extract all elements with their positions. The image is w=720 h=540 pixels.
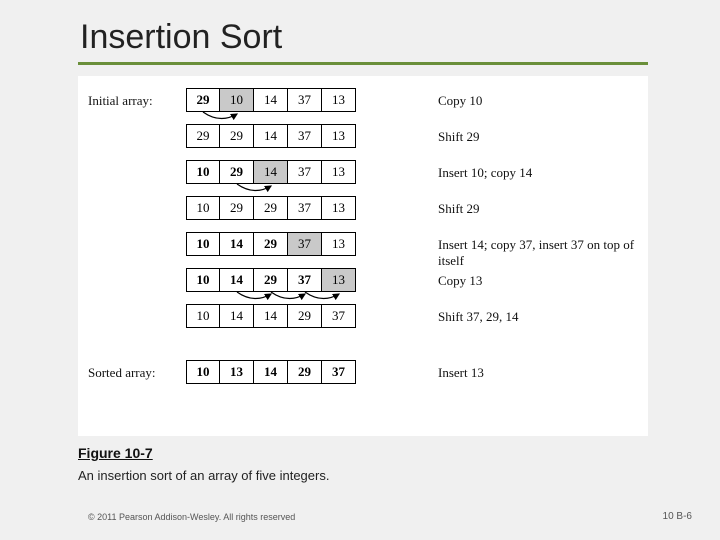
step-note: Shift 29: [438, 129, 480, 145]
array-cell: 13: [220, 360, 254, 384]
array-cell: 37: [288, 196, 322, 220]
array-cell: 13: [322, 232, 356, 256]
step-note: Shift 29: [438, 201, 480, 217]
array-cell: 29: [186, 124, 220, 148]
array-cell: 37: [288, 268, 322, 292]
array-cell: 10: [186, 268, 220, 292]
array-cell: 29: [288, 360, 322, 384]
array-cell: 14: [254, 124, 288, 148]
figure-label: Figure 10-7: [78, 445, 153, 461]
array-row: 2929143713: [186, 124, 356, 148]
array-cell: 37: [288, 88, 322, 112]
step-note: Insert 14; copy 37, insert 37 on top of …: [438, 237, 648, 269]
array-cell: 29: [186, 88, 220, 112]
array-cell: 10: [186, 160, 220, 184]
array-row: 1029143713: [186, 160, 356, 184]
array-row: 1014142937: [186, 304, 356, 328]
array-cell: 37: [322, 360, 356, 384]
array-cell: 37: [288, 160, 322, 184]
array-row: 2910143713: [186, 88, 356, 112]
title-underline: [78, 62, 648, 65]
array-cell: 13: [322, 268, 356, 292]
array-cell: 10: [186, 232, 220, 256]
array-cell: 13: [322, 88, 356, 112]
array-cell: 14: [220, 232, 254, 256]
array-cell: 14: [220, 304, 254, 328]
step-note: Insert 10; copy 14: [438, 165, 532, 181]
figure-area: Initial array: Sorted array: 2910143713C…: [78, 76, 648, 436]
array-cell: 10: [186, 360, 220, 384]
array-cell: 37: [288, 124, 322, 148]
array-row: 1014293713: [186, 232, 356, 256]
array-cell: 13: [322, 124, 356, 148]
page-number: 10 B-6: [663, 511, 692, 522]
array-cell: 10: [186, 304, 220, 328]
array-cell: 13: [322, 160, 356, 184]
array-cell: 29: [220, 124, 254, 148]
label-initial-array: Initial array:: [88, 93, 153, 109]
figure-caption: An insertion sort of an array of five in…: [78, 468, 329, 483]
array-row: 1014293713: [186, 268, 356, 292]
array-cell: 29: [254, 232, 288, 256]
copyright: © 2011 Pearson Addison-Wesley. All right…: [88, 512, 295, 522]
slide: Insertion Sort Initial array: Sorted arr…: [0, 0, 720, 540]
array-cell: 29: [220, 196, 254, 220]
page-title: Insertion Sort: [80, 18, 282, 57]
array-cell: 13: [322, 196, 356, 220]
array-cell: 14: [220, 268, 254, 292]
array-cell: 10: [186, 196, 220, 220]
array-cell: 14: [254, 160, 288, 184]
array-cell: 14: [254, 304, 288, 328]
array-cell: 29: [288, 304, 322, 328]
array-cell: 14: [254, 88, 288, 112]
array-cell: 14: [254, 360, 288, 384]
array-cell: 29: [220, 160, 254, 184]
step-note: Shift 37, 29, 14: [438, 309, 519, 325]
array-cell: 29: [254, 268, 288, 292]
array-row: 1029293713: [186, 196, 356, 220]
step-note: Copy 13: [438, 273, 482, 289]
array-row: 1013142937: [186, 360, 356, 384]
array-cell: 10: [220, 88, 254, 112]
label-sorted-array: Sorted array:: [88, 365, 156, 381]
array-cell: 37: [288, 232, 322, 256]
step-note: Insert 13: [438, 365, 484, 381]
array-cell: 29: [254, 196, 288, 220]
step-note: Copy 10: [438, 93, 482, 109]
array-cell: 37: [322, 304, 356, 328]
